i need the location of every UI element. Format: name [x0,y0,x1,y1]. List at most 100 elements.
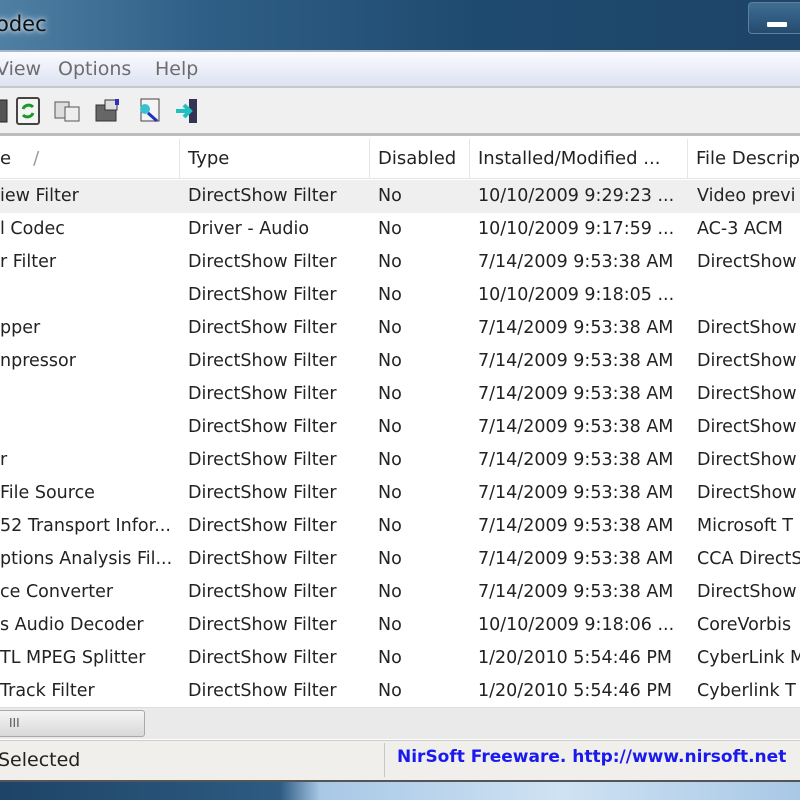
cell-name: TL MPEG Splitter [0,648,146,668]
cell-installed: 7/14/2009 9:53:38 AM [478,516,674,536]
cell-description: AC-3 ACM [697,219,783,239]
cell-type: DirectShow Filter [188,450,337,470]
cell-description: DirectShow [697,351,797,371]
scrollbar-thumb[interactable]: III [0,710,145,737]
cell-type: DirectShow Filter [188,417,337,437]
cell-disabled: No [378,483,402,503]
cell-disabled: No [378,681,402,701]
cell-installed: 7/14/2009 9:53:38 AM [478,252,674,272]
table-row[interactable]: File Source DirectShow Filter No 7/14/2009 … [0,477,800,510]
cell-installed: 7/14/2009 9:53:38 AM [478,351,674,371]
cell-disabled: No [378,549,402,569]
cell-installed: 1/20/2010 5:54:46 PM [478,681,672,701]
cell-type: DirectShow Filter [188,252,337,272]
table-row[interactable]: l Codec Driver - Audio No 10/10/2009 9:17:5… [0,213,800,246]
cell-type: DirectShow Filter [188,582,337,602]
cell-type: DirectShow Filter [188,615,337,635]
cell-installed: 7/14/2009 9:53:38 AM [478,318,674,338]
cell-installed: 10/10/2009 9:29:23 ... [478,186,675,206]
refresh-icon[interactable] [13,96,43,126]
cell-installed: 7/14/2009 9:53:38 AM [478,582,674,602]
table-row[interactable]: pper DirectShow Filter No 7/14/2009 9:53:38… [0,312,800,345]
cell-description: DirectShow [697,384,797,404]
table-row[interactable]: r DirectShow Filter No 7/14/2009 9:53:38 AM… [0,444,800,477]
table-row[interactable]: r Filter DirectShow Filter No 7/14/2009 9:5… [0,246,800,279]
title-bar: odec [0,0,800,52]
table-row[interactable]: ce Converter DirectShow Filter No 7/14/2009… [0,576,800,609]
cell-disabled: No [378,615,402,635]
cell-description: CoreVorbis [697,615,792,635]
cell-name [0,378,188,411]
column-header-name[interactable]: e / [0,139,180,179]
window-title: odec [0,12,47,36]
cell-installed: 7/14/2009 9:53:38 AM [478,483,674,503]
cell-type: DirectShow Filter [188,516,337,536]
cell-type: DirectShow Filter [188,318,337,338]
cell-description: DirectShow [697,417,797,437]
cell-disabled: No [378,516,402,536]
cell-description: DirectShow [697,318,797,338]
cell-type: DirectShow Filter [188,351,337,371]
find-icon[interactable] [135,96,165,126]
minimize-icon [767,22,787,27]
cell-disabled: No [378,219,402,239]
cell-description: CyberLink M [697,648,800,668]
cell-name: npressor [0,351,76,371]
cell-name: iew Filter [0,186,79,206]
table-row[interactable]: npressor DirectShow Filter No 7/14/2009 9:5… [0,345,800,378]
cell-type: DirectShow Filter [188,384,337,404]
sort-indicator-icon: / [33,148,40,169]
cell-name: pper [0,318,41,338]
minimize-button[interactable] [748,2,800,34]
cell-type: DirectShow Filter [188,648,337,668]
column-header-type[interactable]: Type [180,139,370,179]
cell-name [0,411,188,444]
cell-installed: 7/14/2009 9:53:38 AM [478,549,674,569]
copy-icon[interactable] [53,96,83,126]
list-header: e / Type Disabled Installed/Modified ... … [0,139,800,179]
cell-name: l Codec [0,219,65,239]
cell-disabled: No [378,186,402,206]
status-bar: Selected NirSoft Freeware. http://www.ni… [0,740,800,780]
cell-disabled: No [378,384,402,404]
save-icon[interactable] [0,96,12,126]
column-label: e [0,148,12,169]
cell-description: DirectShow [697,483,797,503]
cell-description: DirectShow [697,450,797,470]
table-row[interactable]: TL MPEG Splitter DirectShow Filter No 1/20/… [0,642,800,675]
horizontal-scrollbar[interactable]: III [0,707,800,739]
column-header-disabled[interactable]: Disabled [370,139,470,179]
table-row[interactable]: DirectShow Filter No 10/10/2009 9:18:05 ..… [0,279,800,312]
cell-disabled: No [378,318,402,338]
table-row[interactable]: Track Filter DirectShow Filter No 1/20/2010… [0,675,800,708]
cell-installed: 1/20/2010 5:54:46 PM [478,648,672,668]
nirsoft-link[interactable]: NirSoft Freeware. http://www.nirsoft.net [397,747,786,767]
table-row[interactable]: iew Filter DirectShow Filter No 10/10/2009 … [0,180,800,213]
status-divider [384,743,385,777]
cell-installed: 10/10/2009 9:18:05 ... [478,285,675,305]
table-row[interactable]: s Audio Decoder DirectShow Filter No 10/10/… [0,609,800,642]
cell-name: ce Converter [0,582,114,602]
cell-name: r Filter [0,252,57,272]
table-row[interactable]: DirectShow Filter No 7/14/2009 9:53:38 AM D… [0,411,800,444]
menu-options[interactable]: Options [58,58,131,80]
column-header-description[interactable]: File Descrip [688,139,800,179]
table-row[interactable]: DirectShow Filter No 7/14/2009 9:53:38 AM D… [0,378,800,411]
cell-description: Cyberlink T [697,681,796,701]
menu-bar: View Options Help [0,52,800,88]
cell-type: DirectShow Filter [188,186,337,206]
window-frame-bottom [0,780,800,800]
menu-view[interactable]: View [0,58,41,80]
menu-help[interactable]: Help [155,58,198,80]
table-row[interactable]: 52 Transport Infor... DirectShow Filter No… [0,510,800,543]
column-header-installed[interactable]: Installed/Modified ... [470,139,688,179]
cell-type: DirectShow Filter [188,681,337,701]
cell-type: Driver - Audio [188,219,310,239]
cell-installed: 7/14/2009 9:53:38 AM [478,417,674,437]
properties-icon[interactable] [93,96,123,126]
table-row[interactable]: ptions Analysis Fil... DirectShow Filter N… [0,543,800,576]
cell-installed: 10/10/2009 9:17:59 ... [478,219,675,239]
cell-description: Microsoft T [697,516,793,536]
exit-icon[interactable] [173,96,203,126]
cell-name: File Source [0,483,95,503]
